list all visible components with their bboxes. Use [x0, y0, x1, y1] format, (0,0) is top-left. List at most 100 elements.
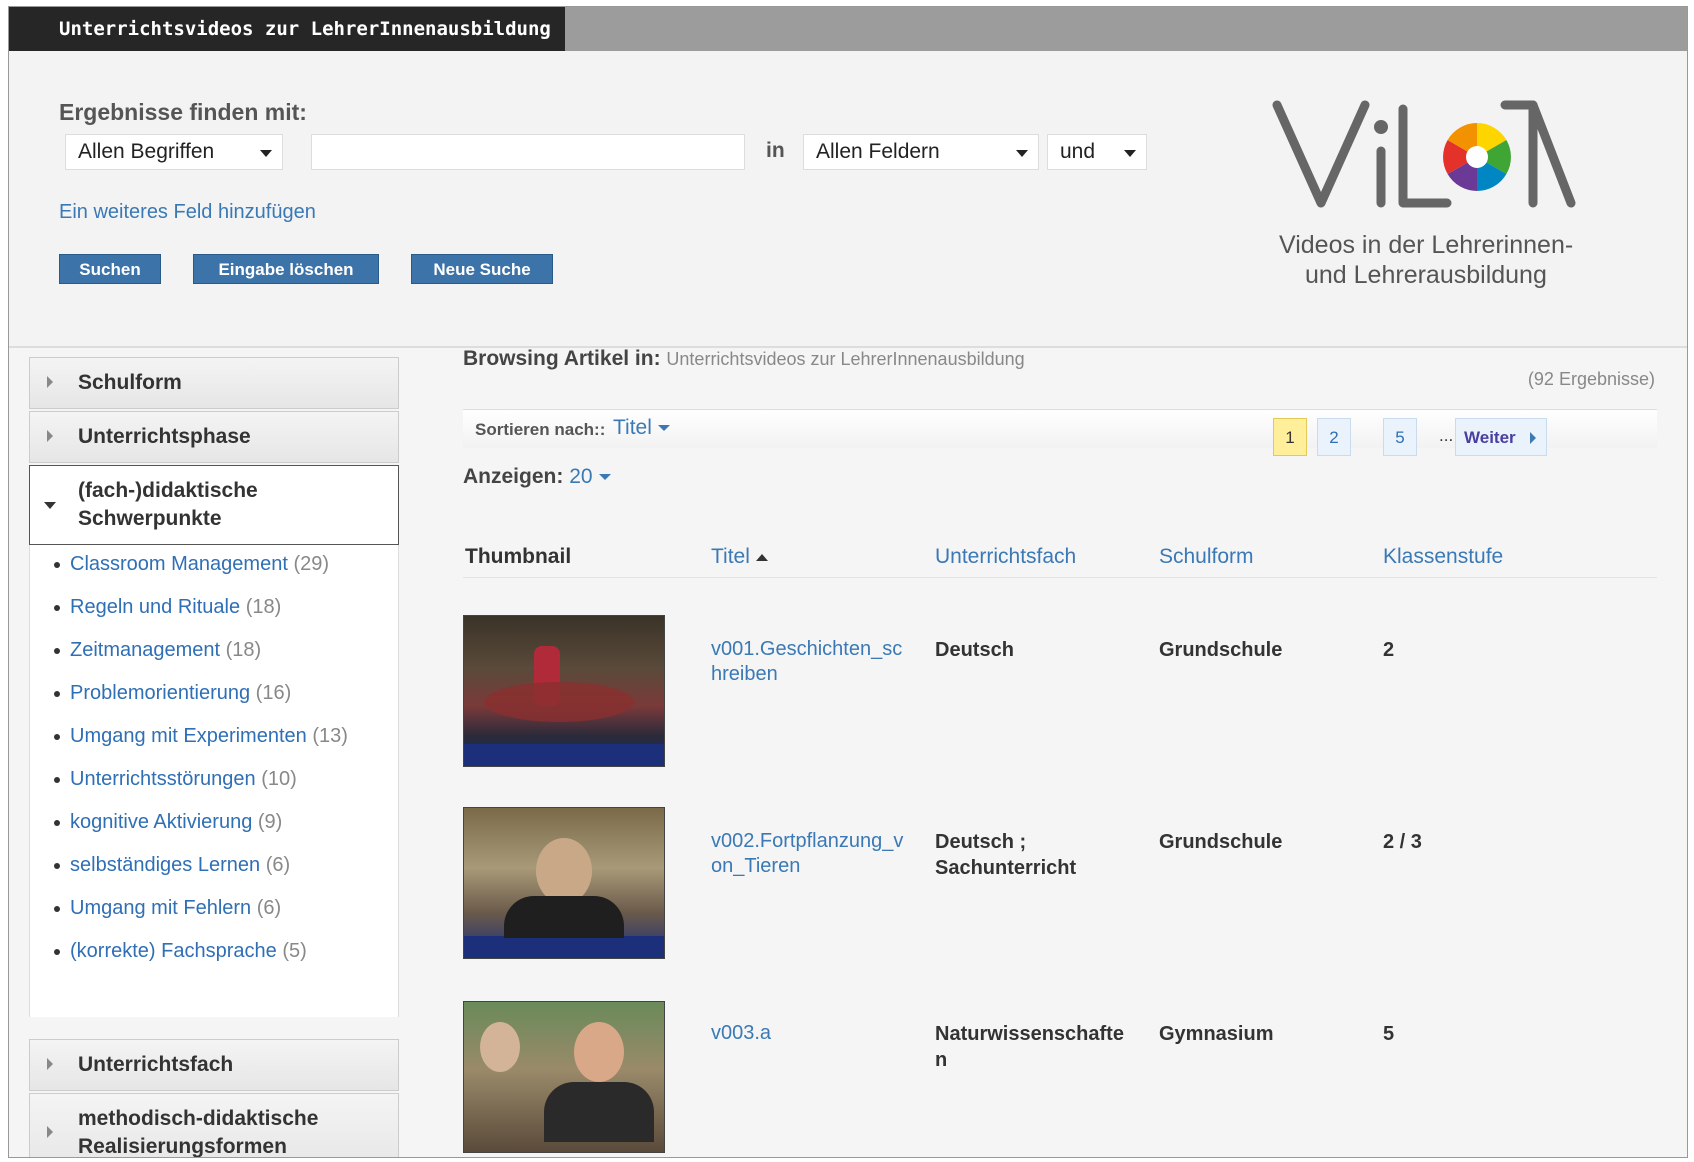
facet-unterrichtsfach[interactable]: Unterrichtsfach — [29, 1039, 399, 1091]
facet-value-count: (9) — [257, 811, 283, 833]
result-klassenstufe: 2 — [1383, 639, 1395, 661]
column-header-titel[interactable]: Titel — [711, 545, 768, 569]
thumbnail-figure — [480, 1022, 520, 1072]
chevron-down-icon — [1016, 150, 1028, 157]
match-mode-select[interactable]: Allen Begriffen — [65, 134, 283, 170]
next-page-button[interactable]: Weiter — [1455, 418, 1547, 456]
result-count: (92 Ergebnisse) — [1527, 369, 1655, 389]
browsing-label: Browsing Artikel in: — [463, 347, 661, 370]
chevron-down-icon — [1124, 150, 1136, 157]
find-results-label: Ergebnisse finden mit: — [59, 99, 307, 125]
facet-value-item[interactable]: kognitive Aktivierung (9) — [54, 811, 282, 834]
vilta-logo: Videos in der Lehrerinnen- und Lehreraus… — [1269, 99, 1629, 299]
result-fach: Naturwissenschaften — [935, 1023, 1124, 1071]
bullet-icon — [54, 948, 60, 955]
collection-title-tab[interactable]: Unterrichtsvideos zur LehrerInnenausbild… — [9, 7, 565, 51]
facet-value-item[interactable]: Unterrichtsstörungen (10) — [54, 768, 297, 791]
column-header-label: Titel — [711, 545, 750, 568]
result-schulform: Grundschule — [1159, 831, 1283, 853]
facet-value-item[interactable]: selbständiges Lernen (6) — [54, 854, 290, 877]
facet-value-link[interactable]: selbständiges Lernen — [70, 854, 260, 876]
chevron-down-icon — [260, 150, 272, 157]
logo-tagline-line1: Videos in der Lehrerinnen- — [1279, 231, 1574, 259]
page-2[interactable]: 2 — [1317, 418, 1351, 456]
facet-value-count: (5) — [282, 940, 307, 962]
facet-value-count: (16) — [255, 682, 292, 704]
field-select-value: Allen Feldern — [816, 140, 940, 163]
thumbnail-figure — [536, 838, 592, 904]
app-window: Unterrichtsvideos zur LehrerInnenausbild… — [8, 6, 1688, 1158]
facet-value-link[interactable]: (korrekte) Fachsprache — [70, 940, 277, 962]
boolean-operator-select[interactable]: und — [1047, 134, 1147, 170]
caret-down-icon — [44, 502, 56, 509]
field-select[interactable]: Allen Feldern — [803, 134, 1039, 170]
page-1[interactable]: 1 — [1273, 418, 1307, 456]
facet-unterrichtsphase[interactable]: Unterrichtsphase — [29, 411, 399, 463]
column-header-schulform[interactable]: Schulform — [1159, 545, 1254, 569]
facet-label: methodisch-didaktische Realisierungsform… — [78, 1107, 319, 1158]
page-5[interactable]: 5 — [1383, 418, 1417, 456]
facet-value-item[interactable]: Umgang mit Experimenten (13) — [54, 725, 348, 748]
column-header-klassenstufe[interactable]: Klassenstufe — [1383, 545, 1503, 569]
facet-value-item[interactable]: Umgang mit Fehlern (6) — [54, 897, 281, 920]
result-title-link[interactable]: v002.Fortpflanzung_von_Tieren — [711, 829, 911, 879]
video-thumbnail[interactable] — [463, 807, 665, 959]
facet-value-link[interactable]: Umgang mit Fehlern — [70, 897, 251, 919]
bullet-icon — [54, 733, 60, 740]
facet-value-link[interactable]: kognitive Aktivierung — [70, 811, 252, 833]
facet-didaktische-schwerpunkte[interactable]: (fach-)didaktische Schwerpunkte — [29, 465, 399, 545]
top-bar: Unterrichtsvideos zur LehrerInnenausbild… — [9, 7, 1687, 51]
sort-ascending-icon — [755, 553, 768, 561]
facet-value-item[interactable]: Zeitmanagement (18) — [54, 639, 261, 662]
thumbnail-figure — [544, 1082, 654, 1142]
browsing-collection: Unterrichtsvideos zur LehrerInnenausbild… — [666, 349, 1025, 369]
facet-value-link[interactable]: Umgang mit Experimenten — [70, 725, 307, 747]
pagination-ellipsis: ... — [1439, 426, 1454, 445]
sort-value: Titel — [613, 416, 652, 439]
facet-value-item[interactable]: Classroom Management (29) — [54, 553, 329, 576]
thumbnail-figure — [574, 1022, 624, 1082]
add-field-link[interactable]: Ein weiteres Feld hinzufügen — [59, 201, 316, 224]
result-title-link[interactable]: v003.a — [711, 1021, 911, 1046]
facet-value-item[interactable]: Problemorientierung (16) — [54, 682, 291, 705]
facet-value-link[interactable]: Classroom Management — [70, 553, 288, 575]
caret-right-icon — [47, 430, 53, 442]
facet-value-item[interactable]: Regeln und Rituale (18) — [54, 596, 281, 619]
per-page-dropdown[interactable]: 20 — [569, 465, 611, 488]
facet-value-count: (6) — [265, 854, 291, 876]
facet-realisierungsformen[interactable]: methodisch-didaktische Realisierungsform… — [29, 1093, 399, 1158]
per-page-control: Anzeigen: 20 — [463, 465, 611, 489]
facet-value-link[interactable]: Unterrichtsstörungen — [70, 768, 256, 790]
facet-value-link[interactable]: Zeitmanagement — [70, 639, 220, 661]
match-mode-value: Allen Begriffen — [78, 140, 215, 163]
facet-value-item[interactable]: (korrekte) Fachsprache (5) — [54, 940, 307, 963]
sort-dropdown[interactable]: Titel — [613, 416, 670, 440]
facet-label: (fach-)didaktische Schwerpunkte — [78, 479, 258, 530]
bullet-icon — [54, 905, 60, 912]
video-thumbnail[interactable] — [463, 1001, 665, 1153]
facet-value-link[interactable]: Problemorientierung — [70, 682, 250, 704]
facet-value-count: (18) — [245, 596, 282, 618]
result-fach: Deutsch ; Sachunterricht — [935, 831, 1077, 879]
video-thumbnail[interactable] — [463, 615, 665, 767]
facet-value-count: (29) — [293, 553, 330, 575]
chevron-down-icon — [657, 425, 670, 432]
result-schulform: Grundschule — [1159, 639, 1283, 661]
clear-input-button[interactable]: Eingabe löschen — [193, 254, 379, 284]
browsing-heading: Browsing Artikel in: Unterrichtsvideos z… — [463, 347, 1025, 371]
facet-schulform[interactable]: Schulform — [29, 357, 399, 409]
search-button[interactable]: Suchen — [59, 254, 161, 284]
new-search-button[interactable]: Neue Suche — [411, 254, 553, 284]
facet-value-list: Classroom Management (29) Regeln und Rit… — [29, 545, 399, 1017]
column-header-unterrichtsfach[interactable]: Unterrichtsfach — [935, 545, 1076, 569]
result-fach: Deutsch — [935, 639, 1014, 661]
facet-label: Unterrichtsfach — [78, 1053, 234, 1076]
result-title-link[interactable]: v001.Geschichten_schreiben — [711, 637, 911, 687]
chevron-down-icon — [598, 474, 611, 481]
bullet-icon — [54, 561, 60, 568]
thumbnail-caption-bar — [464, 936, 664, 958]
search-input[interactable] — [311, 134, 745, 170]
facet-value-link[interactable]: Regeln und Rituale — [70, 596, 240, 618]
facet-value-count: (18) — [225, 639, 262, 661]
facet-sidebar: Schulform Unterrichtsphase (fach-)didakt… — [29, 357, 399, 1157]
